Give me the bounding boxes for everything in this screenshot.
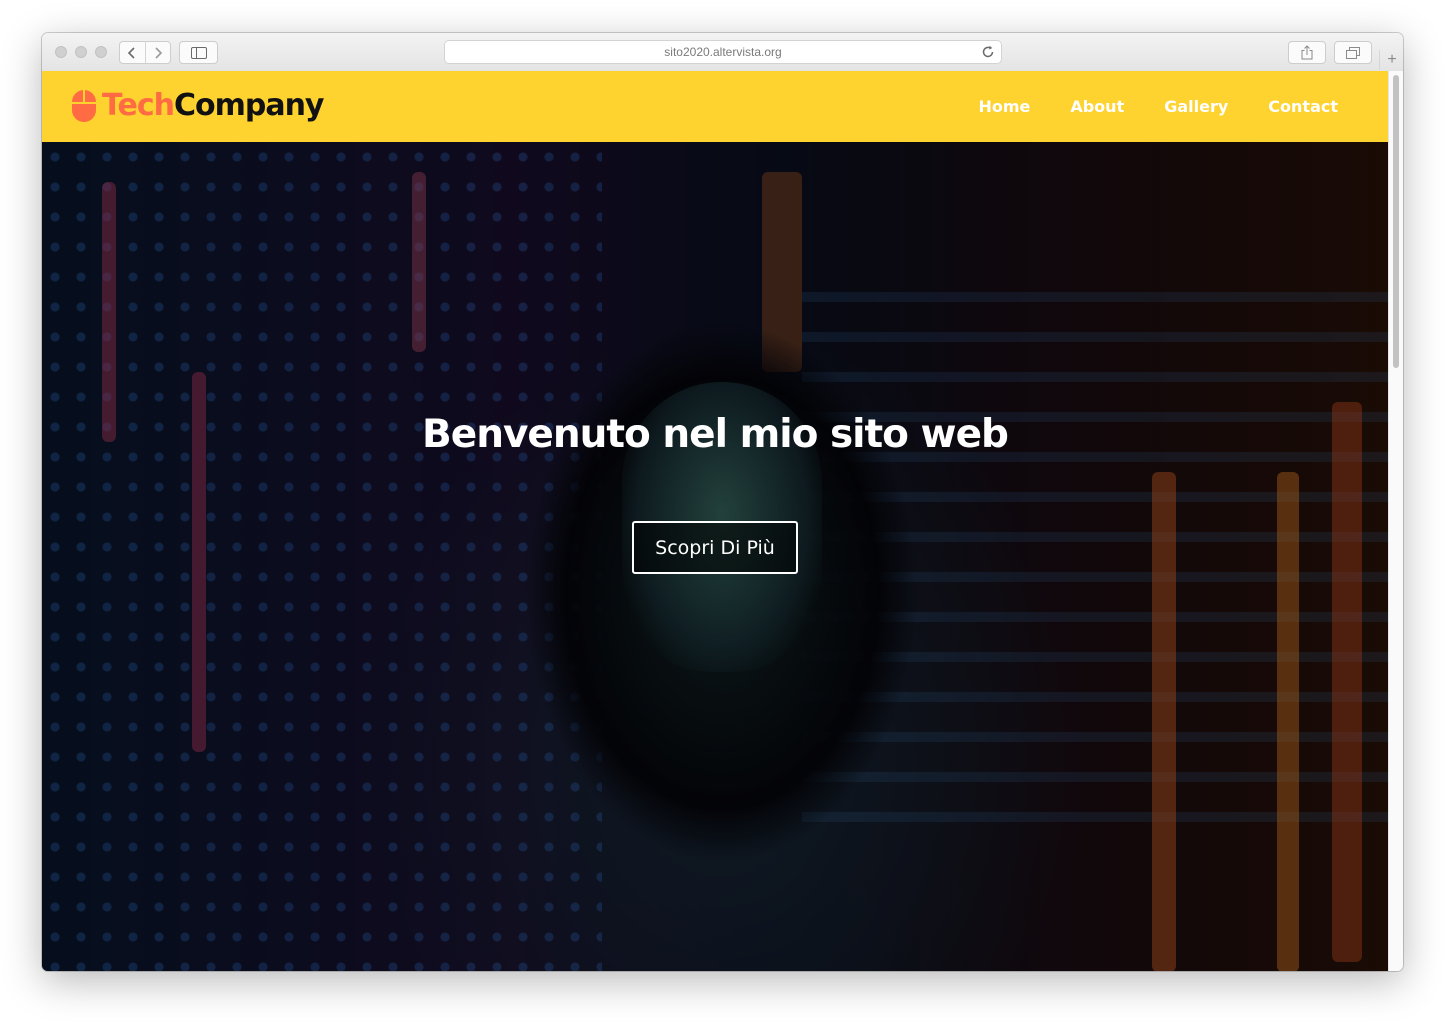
share-button[interactable]: [1288, 41, 1326, 64]
new-tab-button[interactable]: +: [1379, 50, 1403, 70]
window-minimize-button[interactable]: [75, 46, 87, 58]
chevron-left-icon: [128, 46, 135, 59]
history-navigation: [119, 41, 171, 64]
tabs-overview-button[interactable]: [1334, 41, 1372, 64]
chevron-right-icon: [155, 46, 162, 59]
window-zoom-button[interactable]: [95, 46, 107, 58]
browser-toolbar: sito2020.altervista.org +: [42, 33, 1403, 72]
window-close-button[interactable]: [55, 46, 67, 58]
scrollbar-thumb[interactable]: [1393, 75, 1399, 368]
plus-icon: +: [1387, 51, 1397, 68]
sidebar-toggle-button[interactable]: [179, 41, 218, 64]
mouse-icon: [72, 90, 96, 122]
nav-link-gallery[interactable]: Gallery: [1164, 97, 1228, 116]
web-page: Benvenuto nel mio sito web Scopri Di Più…: [42, 71, 1388, 971]
address-bar[interactable]: sito2020.altervista.org: [444, 40, 1002, 64]
forward-button[interactable]: [144, 42, 171, 63]
logo-text: TechCompany: [102, 91, 324, 121]
nav-link-home[interactable]: Home: [978, 97, 1030, 116]
reload-icon[interactable]: [980, 44, 996, 60]
hero-section: Benvenuto nel mio sito web Scopri Di Più: [42, 142, 1388, 971]
main-menu: Home About Gallery Contact: [978, 71, 1338, 142]
logo-text-tech: Tech: [102, 88, 175, 123]
share-icon: [1301, 45, 1313, 60]
browser-window: sito2020.altervista.org + Benvenuto nel …: [42, 33, 1403, 971]
logo-text-company: Company: [173, 88, 325, 123]
nav-link-contact[interactable]: Contact: [1268, 97, 1338, 116]
url-text: sito2020.altervista.org: [664, 45, 782, 59]
site-navbar: TechCompany Home About Gallery Contact: [42, 71, 1388, 142]
page-scrollbar[interactable]: [1388, 71, 1403, 971]
sidebar-icon: [190, 46, 207, 59]
nav-link-about[interactable]: About: [1070, 97, 1124, 116]
tabs-overview-icon: [1346, 46, 1360, 59]
learn-more-button[interactable]: Scopri Di Più: [632, 521, 798, 574]
site-logo[interactable]: TechCompany: [71, 85, 324, 127]
back-button[interactable]: [120, 42, 145, 63]
hero-title: Benvenuto nel mio sito web: [422, 412, 1009, 457]
